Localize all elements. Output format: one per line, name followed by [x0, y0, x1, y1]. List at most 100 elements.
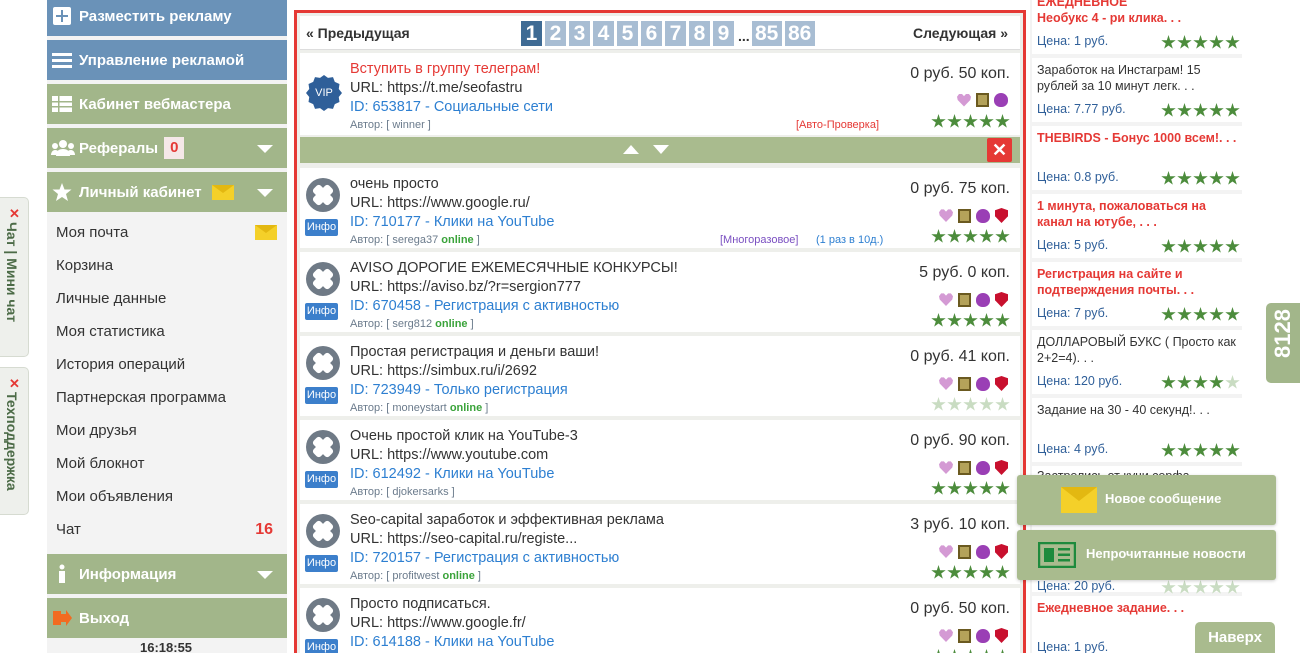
favorite-icon[interactable]	[939, 209, 953, 222]
sidebar-item-history[interactable]: История операций	[47, 348, 287, 381]
task-row[interactable]: Инфо Простая регистрация и деньги ваши! UR…	[300, 336, 1020, 418]
chevron-down-icon[interactable]	[653, 145, 669, 154]
author-name[interactable]: moneystart	[392, 402, 446, 414]
page-number[interactable]: 7	[665, 21, 686, 46]
side-task-title[interactable]: ЕЖЕДНЕВНОЕ Необукс 4 - ри клика. . .	[1037, 0, 1237, 26]
report-bug-icon[interactable]	[976, 376, 990, 391]
close-button[interactable]: ✕	[987, 138, 1012, 162]
task-id-category[interactable]: ID: 653817 - Социальные сети	[350, 99, 553, 115]
favorite-icon[interactable]	[939, 293, 953, 306]
info-button[interactable]: Инфо	[305, 555, 338, 572]
side-task-card[interactable]: 1 минута, пожаловаться на канал на ютубе…	[1032, 194, 1242, 260]
favorite-icon[interactable]	[939, 545, 953, 558]
author-name[interactable]: profitwest	[392, 570, 439, 582]
report-bug-icon[interactable]	[976, 292, 990, 307]
side-task-card[interactable]: ДОЛЛАРОВЫЙ БУКС ( Просто как 2+2=4). . .…	[1032, 330, 1242, 396]
sidebar-item-statistics[interactable]: Моя статистика	[47, 315, 287, 348]
sidebar-item-chat[interactable]: Чат 16	[47, 513, 287, 546]
page-number[interactable]: 9	[713, 21, 734, 46]
side-task-card[interactable]: Регистрация на сайте и подтверждения поч…	[1032, 262, 1242, 328]
trash-icon[interactable]	[958, 544, 971, 559]
page-number[interactable]: 3	[569, 21, 590, 46]
sidebar-item-place-ad[interactable]: Разместить рекламу	[47, 0, 287, 36]
support-side-tab[interactable]: ✕ Техподдержка	[0, 367, 29, 515]
side-task-card[interactable]: Заработок на Инстаграм! 15 рублей за 10 …	[1032, 58, 1242, 124]
report-bug-icon[interactable]	[976, 208, 990, 223]
sidebar-item-logout[interactable]: Выход	[47, 598, 287, 638]
close-icon[interactable]: ✕	[9, 376, 20, 392]
task-title[interactable]: очень просто	[350, 176, 439, 192]
sidebar-item-information[interactable]: Информация	[47, 554, 287, 594]
complaint-shield-icon[interactable]	[995, 544, 1008, 559]
task-title[interactable]: Seo-capital заработок и эффективная рекл…	[350, 512, 664, 528]
trash-icon[interactable]	[958, 460, 971, 475]
info-button[interactable]: Инфо	[305, 219, 338, 236]
page-number[interactable]: 6	[641, 21, 662, 46]
task-id-category[interactable]: ID: 710177 - Клики на YouTube	[350, 214, 554, 230]
task-row[interactable]: VIP Вступить в группу телеграм! URL: https…	[300, 53, 1020, 137]
page-number[interactable]: 86	[784, 21, 815, 46]
author-name[interactable]: winner	[392, 119, 424, 131]
task-row[interactable]: Инфо Просто подписаться. URL: https://www.…	[300, 588, 1020, 653]
trash-icon[interactable]	[958, 292, 971, 307]
author-name[interactable]: serg812	[392, 318, 432, 330]
task-row[interactable]: Инфо Очень простой клик на YouTube-3 URL: …	[300, 420, 1020, 502]
complaint-shield-icon[interactable]	[995, 460, 1008, 475]
page-number[interactable]: 8	[689, 21, 710, 46]
side-task-card[interactable]: ЕЖЕДНЕВНОЕ Необукс 4 - ри клика. . . Цена…	[1032, 0, 1242, 56]
task-id-category[interactable]: ID: 720157 - Регистрация с активностью	[350, 550, 619, 566]
side-task-card[interactable]: Задание на 30 - 40 секунд!. . . Цена: 4 р…	[1032, 398, 1242, 464]
trash-icon[interactable]	[958, 376, 971, 391]
complaint-shield-icon[interactable]	[995, 376, 1008, 391]
new-message-button[interactable]: Новое сообщение	[1017, 475, 1276, 525]
trash-icon[interactable]	[976, 93, 989, 107]
favorite-icon[interactable]	[939, 629, 953, 642]
prev-page-link[interactable]: « Предыдущая	[306, 25, 410, 41]
sidebar-item-trash[interactable]: Корзина	[47, 249, 287, 282]
info-button[interactable]: Инфо	[305, 471, 338, 488]
task-row[interactable]: Инфо AVISO ДОРОГИЕ ЕЖЕМЕСЯЧНЫЕ КОНКУРСЫ! U…	[300, 252, 1020, 334]
task-row[interactable]: Инфо Seo-capital заработок и эффективная …	[300, 504, 1020, 586]
chat-side-tab[interactable]: ✕ Чат | Мини чат	[0, 197, 29, 357]
sidebar-item-webmaster[interactable]: Кабинет вебмастера	[47, 84, 287, 124]
sidebar-item-manage-ads[interactable]: Управление рекламой	[47, 40, 287, 80]
page-number[interactable]: 5	[617, 21, 638, 46]
task-id-category[interactable]: ID: 670458 - Регистрация с активностью	[350, 298, 619, 314]
report-bug-icon[interactable]	[976, 544, 990, 559]
side-task-title[interactable]: THEBIRDS - Бонус 1000 всем!. . .	[1037, 130, 1237, 146]
sidebar-item-my-mail[interactable]: Моя почта	[47, 216, 287, 249]
next-page-link[interactable]: Следующая »	[913, 25, 1008, 41]
side-task-title[interactable]: Задание на 30 - 40 секунд!. . .	[1037, 402, 1237, 418]
sidebar-item-friends[interactable]: Мои друзья	[47, 414, 287, 447]
author-name[interactable]: serega37	[392, 234, 438, 246]
trash-icon[interactable]	[958, 208, 971, 223]
page-number[interactable]: 4	[593, 21, 614, 46]
author-name[interactable]: djokersarks	[392, 486, 448, 498]
task-title[interactable]: Вступить в группу телеграм!	[350, 61, 540, 77]
favorite-icon[interactable]	[939, 461, 953, 474]
sidebar-item-personal-data[interactable]: Личные данные	[47, 282, 287, 315]
scroll-top-button[interactable]: Наверх	[1195, 622, 1275, 653]
side-task-title[interactable]: ДОЛЛАРОВЫЙ БУКС ( Просто как 2+2=4). . .	[1037, 334, 1237, 366]
page-number[interactable]: 85	[751, 21, 782, 46]
side-task-title[interactable]: Регистрация на сайте и подтверждения поч…	[1037, 266, 1237, 298]
side-task-title[interactable]: Ежедневное задание. . .	[1037, 600, 1237, 616]
report-bug-icon[interactable]	[976, 460, 990, 475]
task-row[interactable]: Инфо очень просто URL: https://www.google.…	[300, 168, 1020, 250]
page-number[interactable]: 2	[545, 21, 566, 46]
sidebar-item-my-ads[interactable]: Мои объявления	[47, 480, 287, 513]
page-number[interactable]: 1	[521, 21, 542, 46]
side-task-card[interactable]: THEBIRDS - Бонус 1000 всем!. . . Цена: 0.…	[1032, 126, 1242, 192]
info-button[interactable]: Инфо	[305, 639, 338, 653]
trash-icon[interactable]	[958, 628, 971, 643]
complaint-shield-icon[interactable]	[995, 208, 1008, 223]
complaint-shield-icon[interactable]	[995, 292, 1008, 307]
sidebar-item-partner-program[interactable]: Партнерская программа	[47, 381, 287, 414]
task-id-category[interactable]: ID: 612492 - Клики на YouTube	[350, 466, 554, 482]
complaint-shield-icon[interactable]	[995, 628, 1008, 643]
task-id-category[interactable]: ID: 614188 - Клики на YouTube	[350, 634, 554, 650]
unread-news-button[interactable]: Непрочитанные новости	[1017, 530, 1276, 580]
chevron-up-icon[interactable]	[623, 145, 639, 154]
report-bug-icon[interactable]	[994, 93, 1008, 107]
task-id-category[interactable]: ID: 723949 - Только регистрация	[350, 382, 568, 398]
